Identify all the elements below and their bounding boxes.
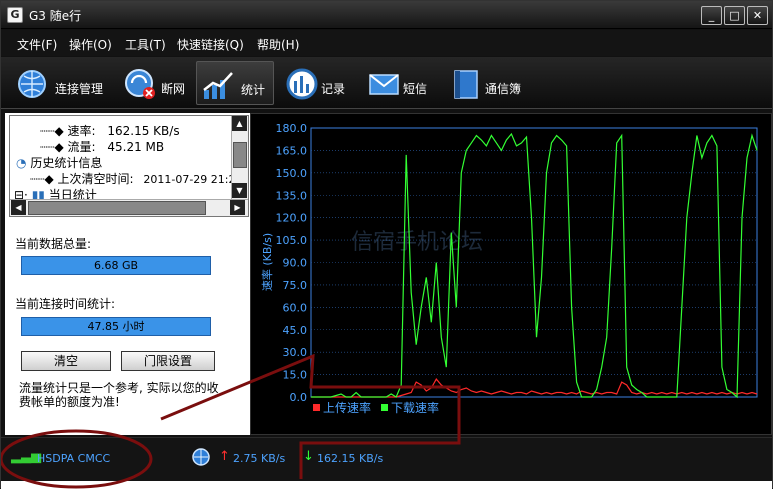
scroll-thumb[interactable] (233, 142, 247, 168)
disclaimer-note: 流量统计只是一个参考, 实际以您的收费帐单的额度为准! (19, 381, 219, 409)
rate-value: 162.15 KB/s (107, 124, 180, 138)
window-title: G3 随e行 (29, 9, 82, 23)
tree-branch-icon: ┈┈◆ (40, 124, 68, 138)
menu-quick-links[interactable]: 快速链接(Q) (177, 36, 244, 53)
series-line (311, 132, 758, 399)
y-axis-label: 速率 (KB/s) (260, 233, 274, 291)
tree-rate[interactable]: ┈┈◆ 速率: 162.15 KB/s (40, 122, 180, 139)
app-window: G G3 随e行 _ □ ✕ 文件(F) 操作(O) 工具(T) 快速链接(Q)… (0, 0, 773, 489)
y-tick-label: 135.0 (276, 189, 308, 202)
tree-branch-icon: ┈┈◆ (30, 172, 58, 186)
status-bar: ▂▃▅ HSDPA CMCC ↑ 2.75 KB/s ↓ 162.15 KB/s (1, 437, 772, 481)
maximize-button[interactable]: □ (724, 6, 745, 25)
title-bar[interactable]: G G3 随e行 _ □ ✕ (1, 1, 772, 29)
tree-flow[interactable]: ┈┈◆ 流量: 45.21 MB (40, 138, 164, 155)
y-tick-label: 0.0 (290, 391, 308, 404)
watermark-text: 信宿手机论坛 (351, 230, 483, 255)
y-tick-label: 180.0 (276, 122, 308, 135)
network-globe-icon (192, 448, 210, 466)
tool-label: 统计 (241, 83, 266, 97)
series-line (311, 378, 758, 398)
app-logo-icon: G (7, 7, 23, 23)
menu-file[interactable]: 文件(F) (17, 36, 57, 53)
scroll-thumb[interactable] (28, 201, 206, 215)
tree-horizontal-scrollbar[interactable]: ◀ ▶ (10, 199, 248, 216)
tool-sms[interactable]: 短信 (363, 61, 435, 105)
scroll-right-icon[interactable]: ▶ (230, 200, 245, 215)
tool-disconnect[interactable]: 断网 (119, 61, 191, 105)
upload-speed: 2.75 KB/s (233, 452, 286, 465)
legend-swatch (381, 404, 388, 411)
y-tick-label: 105.0 (276, 234, 308, 247)
network-type: HSDPA CMCC (37, 452, 111, 465)
y-tick-label: 90.0 (283, 257, 308, 270)
tool-label: 通信簿 (485, 82, 522, 96)
tool-statistics[interactable]: 统计 (196, 61, 274, 105)
speed-chart: 信宿手机论坛 0.0 15.0 30.0 45.0 60.0 75.0 90.0 105.0 12… (250, 113, 772, 435)
tree-vertical-scrollbar[interactable]: ▲ ▼ (231, 116, 248, 200)
threshold-settings-button[interactable]: 门限设置 (121, 351, 215, 371)
menu-bar: 文件(F) 操作(O) 工具(T) 快速链接(Q) 帮助(H) (1, 30, 772, 56)
y-tick-label: 45.0 (283, 324, 308, 337)
clear-button[interactable]: 清空 (21, 351, 111, 371)
tree-last-clear[interactable]: ┈┈◆ 上次清空时间: 2011-07-29 21:29: (30, 170, 246, 187)
total-data-label: 当前数据总量: (15, 237, 92, 251)
y-tick-label: 75.0 (283, 279, 308, 292)
session-time-value: 47.85 小时 (21, 317, 211, 336)
upload-arrow-icon: ↑ (219, 449, 230, 464)
download-speed: 162.15 KB/s (317, 452, 384, 465)
y-tick-label: 30.0 (283, 346, 308, 359)
legend-swatch (313, 404, 320, 411)
menu-operate[interactable]: 操作(O) (69, 36, 112, 53)
tool-label: 断网 (161, 82, 186, 96)
legend-label: 上传速率 (323, 400, 371, 415)
stats-chart-icon (203, 72, 233, 99)
scroll-down-icon[interactable]: ▼ (232, 183, 247, 198)
download-arrow-icon: ↓ (303, 449, 314, 464)
menu-help[interactable]: 帮助(H) (257, 36, 299, 53)
tool-address-book[interactable]: 通信簿 (445, 61, 535, 105)
y-tick-label: 150.0 (276, 167, 308, 180)
tool-label: 短信 (403, 82, 428, 96)
legend-label: 下载速率 (391, 400, 439, 415)
tool-connection-manager[interactable]: 连接管理 (11, 61, 111, 105)
stats-panel: ┈┈◆ 速率: 162.15 KB/s ┈┈◆ 流量: 45.21 MB ◔ 历… (5, 113, 250, 435)
toolbar: 连接管理 断网 统计 记录 短信 通信簿 (1, 57, 772, 109)
y-tick-label: 120.0 (276, 212, 308, 225)
session-time-label: 当前连接时间统计: (15, 297, 116, 311)
stats-tree[interactable]: ┈┈◆ 速率: 162.15 KB/s ┈┈◆ 流量: 45.21 MB ◔ 历… (9, 115, 249, 217)
flow-value: 45.21 MB (107, 140, 165, 154)
tree-branch-icon: ┈┈◆ (40, 140, 68, 154)
scroll-left-icon[interactable]: ◀ (11, 200, 26, 215)
scroll-up-icon[interactable]: ▲ (232, 116, 247, 131)
tool-label: 记录 (321, 82, 346, 96)
tool-label: 连接管理 (55, 82, 104, 96)
speed-chart-svg: 信宿手机论坛 0.0 15.0 30.0 45.0 60.0 75.0 90.0 105.0 12… (260, 122, 758, 415)
clock-icon: ◔ (16, 156, 27, 170)
globe-sync-icon (18, 70, 46, 98)
y-tick-label: 15.0 (283, 369, 308, 382)
tree-history[interactable]: ◔ 历史统计信息 (16, 154, 102, 171)
total-data-value: 6.68 GB (21, 256, 211, 275)
minimize-button[interactable]: _ (701, 6, 722, 25)
close-button[interactable]: ✕ (747, 6, 768, 25)
menu-tools[interactable]: 工具(T) (125, 36, 166, 53)
tool-records[interactable]: 记录 (281, 61, 353, 105)
address-book-icon (454, 70, 478, 99)
records-clock-icon (286, 68, 318, 100)
sms-envelope-icon (369, 74, 399, 95)
y-tick-label: 60.0 (283, 301, 308, 314)
y-tick-label: 165.0 (276, 144, 308, 157)
disconnect-icon (125, 69, 155, 99)
